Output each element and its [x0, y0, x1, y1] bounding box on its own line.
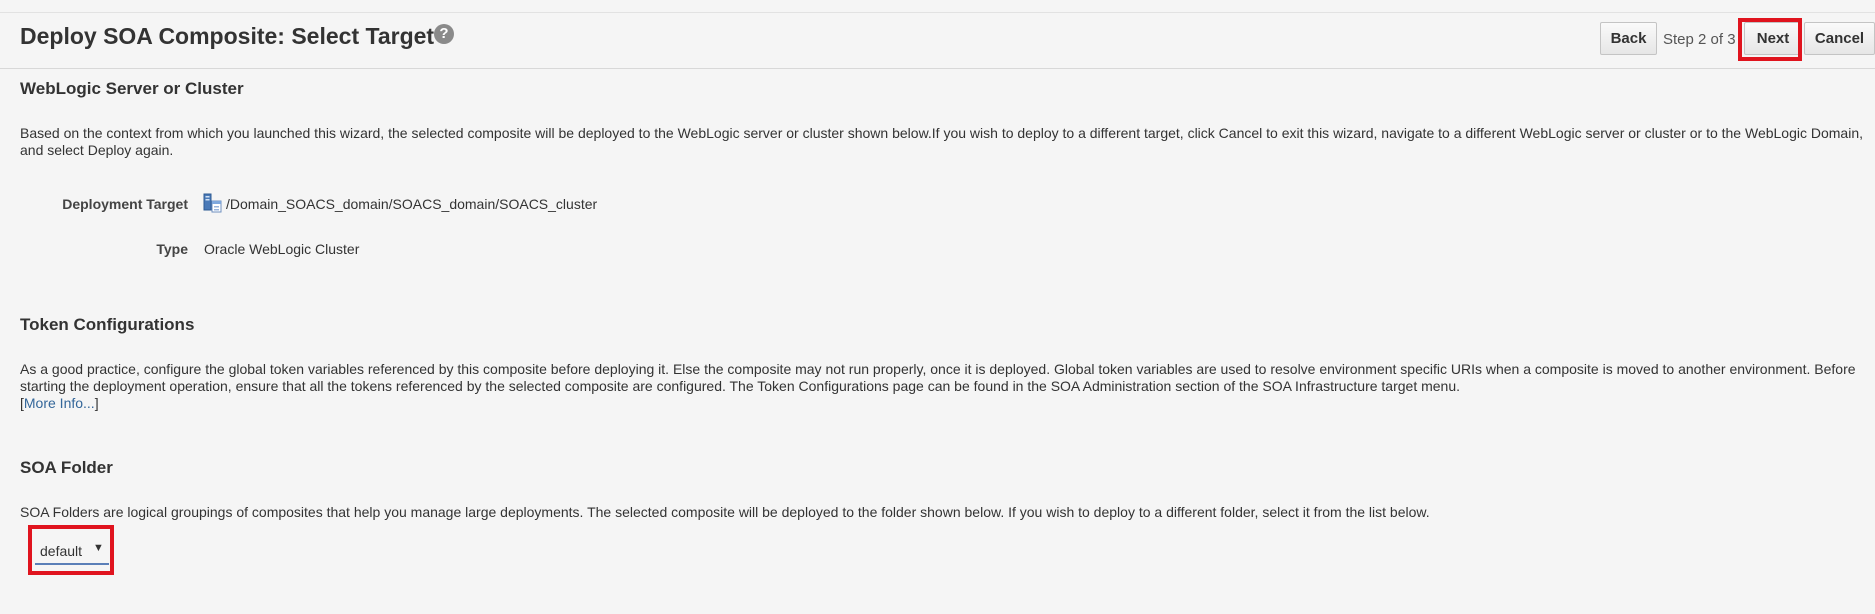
more-info-link[interactable]: More Info...: [24, 395, 95, 411]
back-button[interactable]: Back: [1600, 22, 1657, 55]
token-configurations-heading: Token Configurations: [20, 315, 195, 334]
type-value: Oracle WebLogic Cluster: [204, 241, 360, 257]
help-icon[interactable]: ?: [434, 24, 454, 44]
cancel-button[interactable]: Cancel: [1804, 22, 1875, 55]
deployment-target-value: /Domain_SOACS_domain/SOACS_domain/SOACS_…: [226, 196, 598, 212]
page-header: Deploy SOA Composite: Select Target ? Ba…: [0, 13, 1875, 69]
type-label: Type: [156, 241, 188, 257]
step-indicator: Step 2 of 3: [1663, 31, 1736, 48]
weblogic-target-description: Based on the context from which you laun…: [20, 125, 1864, 158]
soa-folder-description: SOA Folders are logical groupings of com…: [20, 504, 1430, 520]
deployment-target-label: Deployment Target: [62, 196, 188, 212]
weblogic-cluster-icon: [203, 193, 222, 213]
more-info-line: [More Info...]: [20, 395, 99, 411]
bracket-close: ]: [94, 395, 99, 411]
next-button-highlight: [1738, 18, 1802, 61]
weblogic-target-heading: WebLogic Server or Cluster: [20, 79, 244, 98]
page-title: Deploy SOA Composite: Select Target: [20, 23, 435, 49]
folder-select-highlight: [28, 525, 114, 575]
soa-folder-heading: SOA Folder: [20, 458, 113, 477]
token-configurations-description: As a good practice, configure the global…: [20, 361, 1856, 394]
